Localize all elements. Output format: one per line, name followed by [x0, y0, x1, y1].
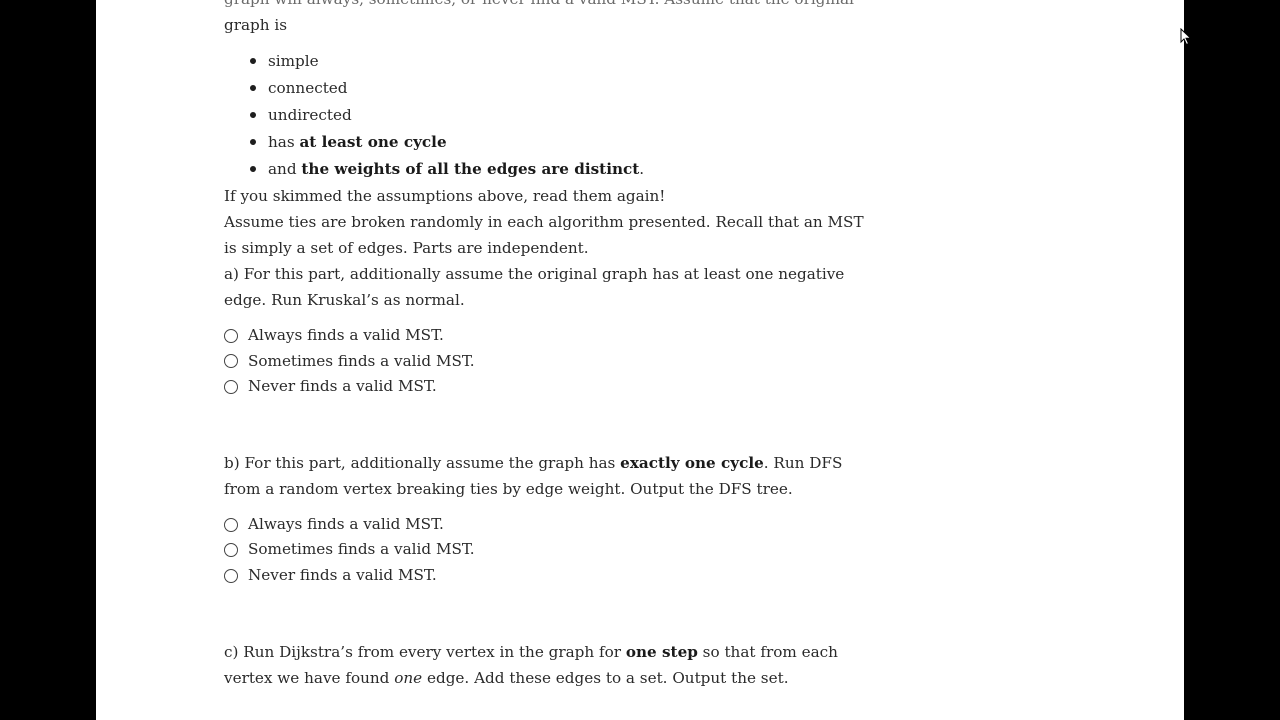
mouse-pointer-icon [1180, 28, 1192, 46]
part-a-option-never[interactable]: Never finds a valid MST. [224, 374, 866, 400]
part-a-options: Always finds a valid MST. Sometimes find… [224, 323, 866, 400]
reminder-text: If you skimmed the assumptions above, re… [224, 187, 666, 205]
radio-button-icon[interactable] [224, 517, 238, 532]
part-b-option-never[interactable]: Never finds a valid MST. [224, 563, 866, 589]
bullet-icon [250, 139, 256, 145]
part-c-question: c) Run Dijkstra’s from every vertex in t… [224, 642, 838, 687]
bullet-icon [250, 85, 256, 91]
bullet-icon [250, 112, 256, 118]
part-b-options: Always finds a valid MST. Sometimes find… [224, 512, 866, 589]
part-a-option-sometimes[interactable]: Sometimes finds a valid MST. [224, 349, 866, 375]
radio-button-icon[interactable] [224, 568, 238, 583]
assumption-item: has at least one cycle [250, 129, 866, 156]
radio-button-icon[interactable] [224, 354, 238, 369]
bullet-icon [250, 166, 256, 172]
part-b-question: b) For this part, additionally assume th… [224, 453, 843, 498]
part-b-option-sometimes[interactable]: Sometimes finds a valid MST. [224, 537, 866, 563]
assumption-item: and the weights of all the edges are dis… [250, 156, 866, 183]
assumption-list: simple connected undirected has at least… [224, 48, 866, 183]
part-b-option-always[interactable]: Always finds a valid MST. [224, 512, 866, 538]
part-a-option-always[interactable]: Always finds a valid MST. [224, 323, 866, 349]
intro-line-partial: graph will always, sometimes, or never f… [224, 0, 866, 12]
document-page: graph will always, sometimes, or never f… [96, 0, 1184, 720]
assumption-item: simple [250, 48, 866, 75]
assumption-item: undirected [250, 102, 866, 129]
radio-button-icon[interactable] [224, 543, 238, 558]
ties-note: Assume ties are broken randomly in each … [224, 213, 864, 257]
assumption-item: connected [250, 75, 866, 102]
part-a-question: a) For this part, additionally assume th… [224, 265, 845, 309]
radio-button-icon[interactable] [224, 379, 238, 394]
bullet-icon [250, 58, 256, 64]
intro-line: graph is [224, 16, 288, 34]
radio-button-icon[interactable] [224, 328, 238, 343]
document-content: graph will always, sometimes, or never f… [224, 0, 866, 691]
